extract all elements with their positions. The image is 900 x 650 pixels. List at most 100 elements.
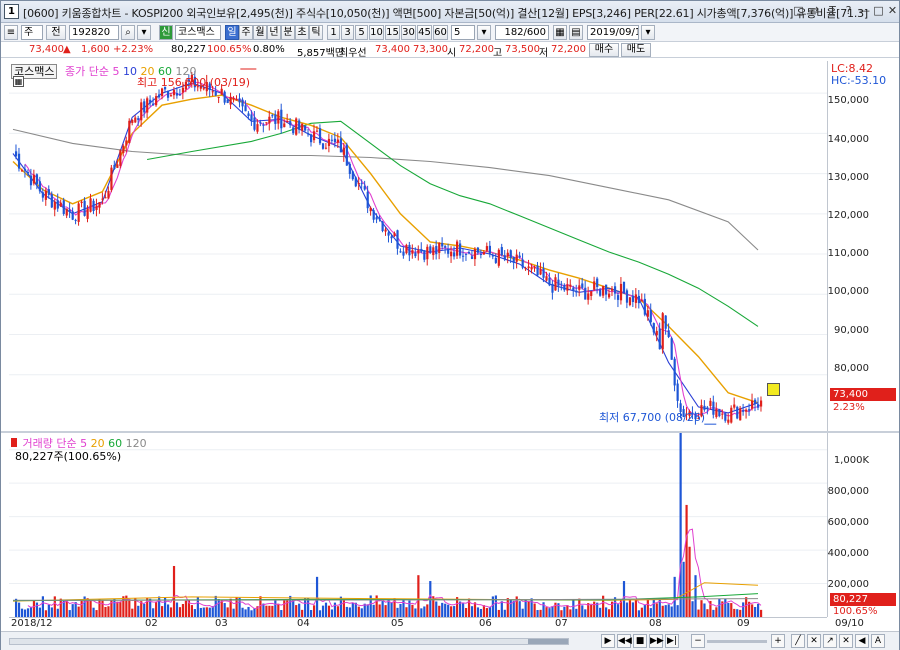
period-select[interactable]: 주: [21, 25, 43, 40]
grid-toggle-icon[interactable]: ▦: [13, 76, 24, 87]
interval-minute[interactable]: 분: [281, 25, 295, 40]
candle-body: [575, 290, 578, 293]
dropdown-icon[interactable]: ▾: [137, 25, 151, 40]
volume-bar: [694, 575, 697, 617]
calendar-icon[interactable]: ▤: [569, 25, 583, 40]
date-input[interactable]: 2019/09/10: [587, 25, 639, 40]
candle-body: [509, 250, 512, 258]
volume-bar: [137, 605, 140, 617]
scroll-start-icon[interactable]: ◀◀: [617, 634, 632, 648]
interval-second[interactable]: 초: [295, 25, 309, 40]
low-price: 72,200: [551, 44, 586, 55]
scrollbar-track[interactable]: [9, 638, 569, 645]
volume-chart[interactable]: [9, 431, 827, 617]
date-dropdown-icon[interactable]: ▾: [641, 25, 655, 40]
price-chart[interactable]: [9, 61, 827, 431]
volume-bar: [759, 609, 763, 617]
zoom-out-icon[interactable]: −: [691, 634, 705, 648]
candle-body: [80, 201, 83, 204]
candle-body: [712, 401, 715, 415]
candle-body: [512, 256, 515, 263]
candle-body: [396, 230, 399, 249]
x-tick: 03: [215, 618, 228, 629]
minute-30[interactable]: 30: [401, 25, 416, 40]
candle-body: [405, 244, 408, 254]
interval-month[interactable]: 월: [253, 25, 267, 40]
interval-year[interactable]: 년: [267, 25, 281, 40]
volume-bar: [485, 608, 489, 617]
sell-button[interactable]: 매도: [621, 43, 651, 57]
candle-body: [587, 293, 590, 300]
volume-bar: [649, 608, 652, 617]
zoom-slider[interactable]: [707, 640, 767, 643]
next-icon[interactable]: ▶|: [665, 634, 679, 648]
menu-icon[interactable]: ≡: [4, 25, 18, 40]
text-tool-icon[interactable]: A: [871, 634, 885, 648]
volume-bar: [324, 602, 328, 617]
maximize-icon[interactable]: □: [871, 4, 886, 19]
volume-bar: [53, 596, 56, 617]
volume-bar: [530, 598, 533, 617]
volume-bar: [17, 602, 21, 617]
menu-left-icon[interactable]: ◀: [855, 634, 869, 648]
minute-15[interactable]: 15: [385, 25, 400, 40]
link-icon[interactable]: ⇄: [807, 4, 822, 19]
candle-body: [408, 244, 411, 256]
current-price: 73,400: [29, 44, 64, 55]
interval-tick[interactable]: 틱: [309, 25, 323, 40]
scroll-end-icon[interactable]: ▶▶: [649, 634, 664, 648]
delete-icon[interactable]: ✕: [839, 634, 853, 648]
interval-day[interactable]: 일: [225, 25, 239, 40]
candle-body: [530, 266, 533, 270]
stop-icon[interactable]: ■: [633, 634, 647, 648]
volume-bar: [637, 610, 640, 617]
legend-ma5: 5: [112, 65, 120, 78]
minute-10[interactable]: 10: [369, 25, 384, 40]
cross-icon[interactable]: ✕: [807, 634, 821, 648]
minimize-icon[interactable]: —: [857, 4, 872, 19]
x-tick: 09: [737, 618, 750, 629]
candle-body: [751, 400, 754, 409]
volume-bar: [113, 599, 116, 617]
candle-body: [610, 288, 614, 291]
minute-45[interactable]: 45: [417, 25, 432, 40]
close-icon[interactable]: ✕: [885, 4, 900, 19]
buy-button[interactable]: 매수: [589, 43, 619, 57]
scrollbar-thumb[interactable]: [528, 639, 568, 644]
interval-week[interactable]: 주: [239, 25, 253, 40]
stock-code-input[interactable]: 192820: [69, 25, 119, 40]
search-icon[interactable]: ⌕: [121, 25, 135, 40]
volume-bar: [357, 606, 360, 617]
candle-body: [411, 250, 414, 254]
volume-bar: [223, 603, 226, 617]
help-icon[interactable]: ?: [841, 4, 856, 19]
candle-body: [169, 95, 173, 97]
volume-bar: [44, 610, 47, 617]
x-tick: 07: [555, 618, 568, 629]
count-dropdown-icon[interactable]: ▾: [477, 25, 491, 40]
candle-body: [676, 383, 679, 401]
minute-3[interactable]: 3: [341, 25, 354, 40]
candle-body: [554, 277, 557, 291]
minute-1[interactable]: 1: [327, 25, 340, 40]
font-icon[interactable]: T: [825, 4, 840, 19]
trend-icon[interactable]: ↗: [823, 634, 837, 648]
volume-bar: [616, 604, 620, 617]
minute-60[interactable]: 60: [433, 25, 448, 40]
scroll-right-icon[interactable]: ▶: [601, 634, 615, 648]
candle-body: [429, 246, 432, 253]
draw-line-icon[interactable]: ╱: [791, 634, 805, 648]
settings-icon[interactable]: ▦: [553, 25, 567, 40]
prev-button[interactable]: 전: [46, 25, 66, 40]
candle-body: [584, 287, 587, 300]
minute-5[interactable]: 5: [355, 25, 368, 40]
count-input[interactable]: 5: [451, 25, 475, 40]
restore-icon[interactable]: □: [791, 4, 806, 19]
candle-body: [500, 247, 503, 256]
app-icon[interactable]: 1: [4, 4, 19, 19]
candle-body: [71, 211, 74, 220]
candle-body: [515, 254, 518, 262]
marker-square-icon[interactable]: [767, 383, 780, 396]
volume-bar: [298, 603, 301, 617]
zoom-in-icon[interactable]: +: [771, 634, 785, 648]
